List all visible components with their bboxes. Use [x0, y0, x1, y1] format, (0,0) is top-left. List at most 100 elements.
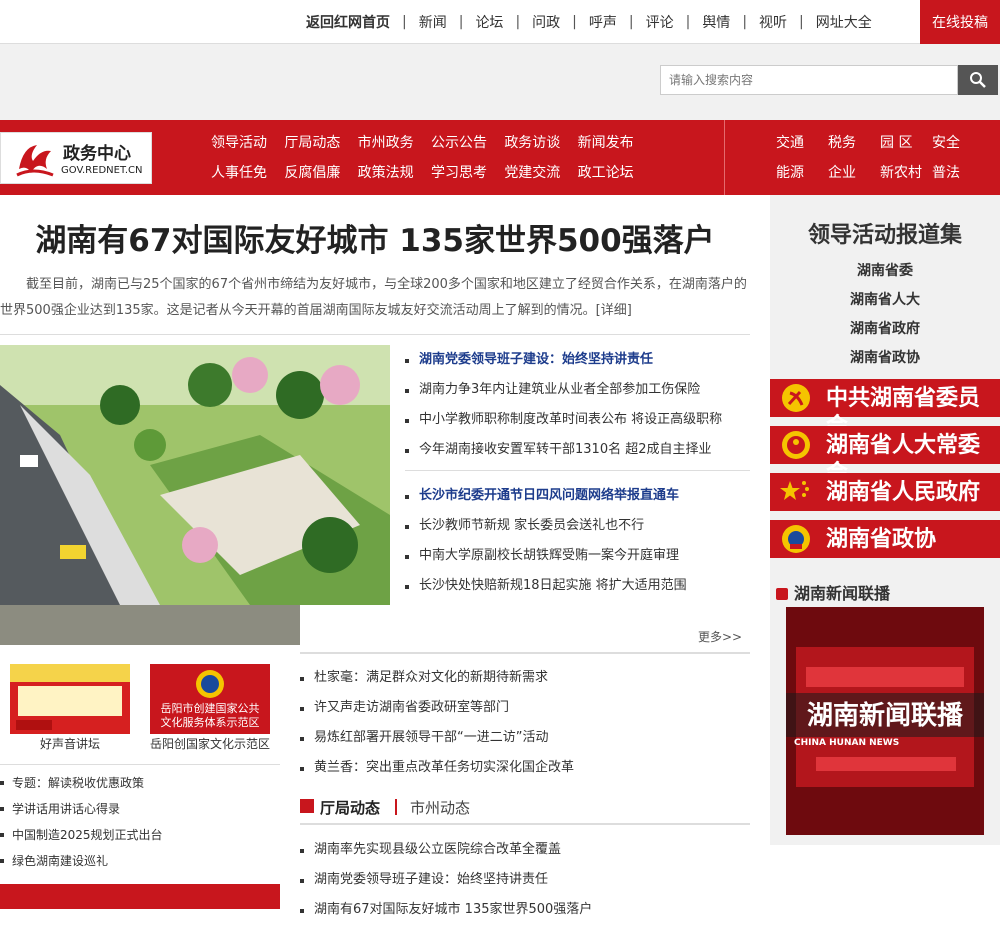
topic-list: 专题：解读税收优惠政策 学讲话用讲话心得录 中国制造2025规划正式出台 绿色湖…: [0, 770, 163, 874]
news-broadcast-heading: 湖南新闻联播: [776, 580, 890, 604]
list-item[interactable]: 湖南率先实现县级公立医院综合改革全覆盖: [300, 835, 592, 865]
site-logo[interactable]: 政务中心 GOV.REDNET.CN: [0, 132, 152, 184]
nav-departments[interactable]: 厅局动态: [284, 128, 357, 158]
search-bar: 请输入搜索内容: [0, 44, 1000, 120]
nav-cities[interactable]: 市州政务: [358, 128, 431, 158]
main-nav: 领导活动 厅局动态 市州政务 公示公告 政务访谈 新闻发布 人事任免 反腐倡廉 …: [211, 120, 651, 195]
nav-notices[interactable]: 公示公告: [431, 128, 504, 158]
headline[interactable]: 湖南有67对国际友好城市 135家世界500强落户: [0, 215, 750, 260]
nav-parks[interactable]: 园 区: [880, 128, 932, 158]
park-rendering-image: [0, 345, 390, 605]
sidebar-link[interactable]: 湖南省政府: [770, 315, 1000, 344]
nav-forum[interactable]: 政工论坛: [578, 158, 651, 188]
search-button[interactable]: [958, 65, 998, 95]
divider: [405, 470, 750, 471]
nav-tax[interactable]: 税务: [828, 128, 880, 158]
wenzheng-link[interactable]: 问政: [532, 12, 560, 32]
org-label: 湖南省人民政府: [826, 479, 981, 505]
org-banner-government[interactable]: 湖南省人民政府: [770, 473, 1000, 511]
sub-nav: 交通 税务 园 区 安全 能源 企业 新农村 普法: [776, 120, 1000, 195]
ad-caption[interactable]: 岳阳创国家文化示范区: [145, 735, 275, 752]
nav-study[interactable]: 学习思考: [431, 158, 504, 188]
svg-text:岳阳市创建国家公共: 岳阳市创建国家公共: [161, 701, 260, 715]
list-item[interactable]: 中国制造2025规划正式出台: [0, 822, 163, 848]
list-item[interactable]: 杜家毫：满足群众对文化的新期待新需求: [300, 663, 574, 693]
broadcast-logo-text: 湖南新闻联播: [807, 700, 964, 731]
separator: |: [402, 14, 407, 30]
video-link[interactable]: 视听: [759, 12, 787, 32]
bottom-banner[interactable]: [0, 884, 280, 909]
list-item[interactable]: 长沙教师节新规 家长委员会送礼也不行: [405, 511, 687, 541]
broadcast-logo-image: 湖南新闻联播 CHINA HUNAN NEWS: [786, 607, 984, 835]
photo-strip: [0, 605, 300, 645]
list-item[interactable]: 长沙市纪委开通节日四风问题网络举报直通车: [405, 481, 687, 511]
news-photo[interactable]: [0, 345, 390, 605]
list-item[interactable]: 长沙快处快赔新规18日起实施 将扩大适用范围: [405, 571, 687, 601]
husheng-link[interactable]: 呼声: [589, 12, 617, 32]
nav-leaders[interactable]: 领导活动: [211, 128, 284, 158]
nav-law[interactable]: 普法: [932, 158, 984, 188]
top-links: 返回红网首页 | 新闻 | 论坛 | 问政 | 呼声 | 评论 | 舆情 | 视听 | 网址大全: [306, 0, 872, 44]
search-input[interactable]: 请输入搜索内容: [660, 65, 958, 95]
org-label: 湖南省政协: [826, 526, 937, 552]
nav-interviews[interactable]: 政务访谈: [504, 128, 577, 158]
list-item[interactable]: 许又声走访湖南省委政研室等部门: [300, 693, 574, 723]
broadcast-logo-en: CHINA HUNAN NEWS: [794, 738, 899, 748]
news-link[interactable]: 新闻: [419, 12, 447, 32]
nav-policies[interactable]: 政策法规: [358, 158, 431, 188]
nav-countryside[interactable]: 新农村: [880, 158, 932, 188]
list-item[interactable]: 黄兰香：突出重点改革任务切实深化国企改革: [300, 753, 574, 783]
ad-lecture-banner[interactable]: [10, 664, 130, 734]
nav-safety[interactable]: 安全: [932, 128, 984, 158]
list-item[interactable]: 易炼红部署开展领导干部“一进二访”活动: [300, 723, 574, 753]
list-item[interactable]: 绿色湖南建设巡礼: [0, 848, 163, 874]
ad-culture-banner[interactable]: 岳阳市创建国家公共 文化服务体系示范区: [150, 664, 270, 734]
party-emblem-icon: [782, 384, 810, 412]
tab-departments[interactable]: 厅局动态: [320, 797, 380, 818]
org-banner-party[interactable]: 中共湖南省委员会: [770, 379, 1000, 439]
list-item[interactable]: 学讲话用讲话心得录: [0, 796, 163, 822]
org-banner-npc[interactable]: 湖南省人大常委会: [770, 426, 1000, 486]
cppcc-emblem-icon: [782, 525, 810, 553]
lecture-banner-image: [10, 664, 130, 734]
arrow-icon: [776, 588, 788, 600]
dynamics-tabs: 厅局动态 市州动态: [300, 795, 750, 825]
list-item[interactable]: 今年湖南接收安置军转干部1310名 超2成自主择业: [405, 435, 722, 465]
home-link[interactable]: 返回红网首页: [306, 12, 390, 32]
nav-anticorruption[interactable]: 反腐倡廉: [284, 158, 357, 188]
news-broadcast-video[interactable]: 湖南新闻联播 CHINA HUNAN NEWS: [786, 607, 984, 835]
separator: |: [742, 14, 748, 30]
ad-caption[interactable]: 好声音讲坛: [10, 735, 130, 752]
logo-title: 政务中心: [63, 144, 131, 164]
sidebar-link[interactable]: 湖南省委: [770, 257, 1000, 286]
nav-energy[interactable]: 能源: [776, 158, 828, 188]
forum-link[interactable]: 论坛: [475, 12, 503, 32]
tab-separator: [395, 799, 397, 815]
sidebar-link[interactable]: 湖南省政协: [770, 344, 1000, 373]
nav-press[interactable]: 新闻发布: [578, 128, 651, 158]
nav-appointments[interactable]: 人事任免: [211, 158, 284, 188]
list-item[interactable]: 中小学教师职称制度改革时间表公布 将设正高级职称: [405, 405, 722, 435]
main-nav-bar: 政务中心 GOV.REDNET.CN 领导活动 厅局动态 市州政务 公示公告 政…: [0, 120, 1000, 195]
list-item[interactable]: 专题：解读税收优惠政策: [0, 770, 163, 796]
star-flag-icon: [780, 481, 809, 500]
more-link[interactable]: 更多>>: [698, 628, 742, 645]
dynamics-list: 湖南率先实现县级公立医院综合改革全覆盖 湖南党委领导班子建设：始终坚持讲责任 湖…: [300, 835, 592, 925]
list-item[interactable]: 湖南党委领导班子建设：始终坚持讲责任: [405, 345, 722, 375]
nav-enterprise[interactable]: 企业: [828, 158, 880, 188]
sidebar-link[interactable]: 湖南省人大: [770, 286, 1000, 315]
nav-party[interactable]: 党建交流: [504, 158, 577, 188]
online-post-button[interactable]: 在线投稿: [920, 0, 1000, 44]
comment-link[interactable]: 评论: [646, 12, 674, 32]
directory-link[interactable]: 网址大全: [816, 12, 872, 32]
list-item[interactable]: 湖南有67对国际友好城市 135家世界500强落户: [300, 895, 592, 925]
yuqing-link[interactable]: 舆情: [702, 12, 730, 32]
tab-cities[interactable]: 市州动态: [410, 797, 470, 818]
org-banner-cppcc[interactable]: 湖南省政协: [770, 520, 1000, 558]
separator: |: [799, 14, 804, 30]
list-item[interactable]: 湖南力争3年内让建筑业从业者全部参加工伤保险: [405, 375, 722, 405]
list-item[interactable]: 湖南党委领导班子建设：始终坚持讲责任: [300, 865, 592, 895]
list-item[interactable]: 中南大学原副校长胡铁辉受贿一案今开庭审理: [405, 541, 687, 571]
nav-traffic[interactable]: 交通: [776, 128, 828, 158]
separator: |: [628, 14, 634, 30]
